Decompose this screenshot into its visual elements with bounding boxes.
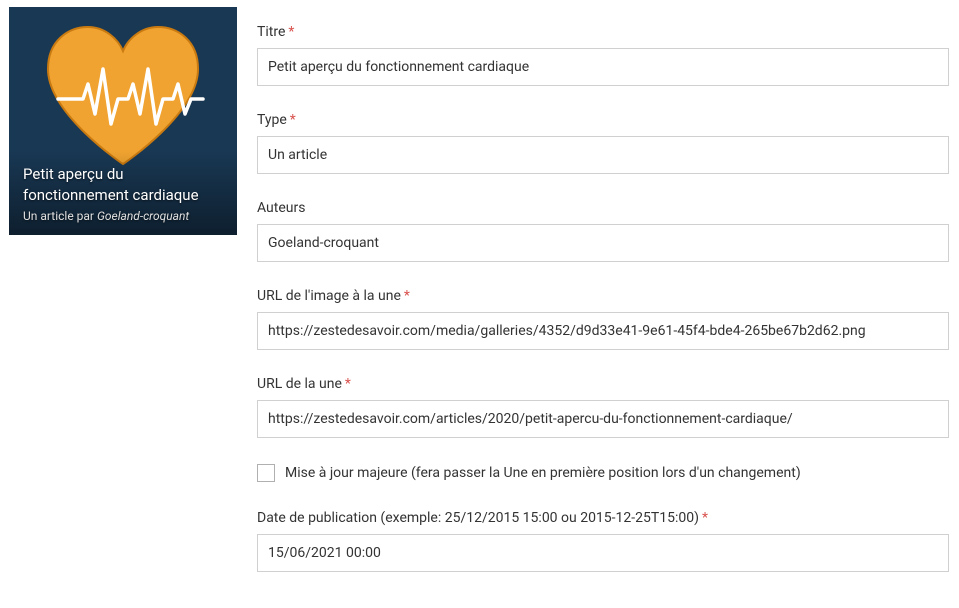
required-marker: * <box>290 112 296 128</box>
card-subtitle-author: Goeland-croquant <box>97 209 189 223</box>
label-auteurs: Auteurs <box>257 200 949 216</box>
field-url: URL de la une* <box>257 376 949 454</box>
label-titre-text: Titre <box>257 24 285 40</box>
required-marker: * <box>404 288 410 304</box>
required-marker: * <box>702 510 708 526</box>
label-titre: Titre* <box>257 24 949 40</box>
label-type-text: Type <box>257 112 287 128</box>
heart-ecg-icon <box>33 19 213 169</box>
field-image-url: URL de l'image à la une* <box>257 288 949 366</box>
required-marker: * <box>288 24 294 40</box>
label-image-url-text: URL de l'image à la une <box>257 288 401 304</box>
label-url-text: URL de la une <box>257 376 342 392</box>
label-major-update: Mise à jour majeure (fera passer la Une … <box>285 465 801 481</box>
card-overlay: Petit aperçu du fonctionnement cardiaque… <box>9 150 237 235</box>
label-url: URL de la une* <box>257 376 949 392</box>
content-card: Petit aperçu du fonctionnement cardiaque… <box>9 7 237 235</box>
input-type[interactable] <box>257 136 949 174</box>
card-title: Petit aperçu du fonctionnement cardiaque <box>23 164 223 206</box>
label-pubdate: Date de publication (exemple: 25/12/2015… <box>257 510 949 526</box>
field-pubdate: Date de publication (exemple: 25/12/2015… <box>257 510 949 588</box>
card-subtitle: Un article par Goeland-croquant <box>23 209 223 223</box>
input-auteurs[interactable] <box>257 224 949 262</box>
label-image-url: URL de l'image à la une* <box>257 288 949 304</box>
field-titre: Titre* <box>257 24 949 102</box>
input-titre[interactable] <box>257 48 949 86</box>
edit-form: Titre* Type* Auteurs URL de l'image à la… <box>237 0 959 608</box>
field-type: Type* <box>257 112 949 190</box>
field-major-update: Mise à jour majeure (fera passer la Une … <box>257 464 949 482</box>
label-pubdate-text: Date de publication (exemple: 25/12/2015… <box>257 510 699 526</box>
input-image-url[interactable] <box>257 312 949 350</box>
field-auteurs: Auteurs <box>257 200 949 278</box>
card-subtitle-prefix: Un article par <box>23 209 97 223</box>
label-type: Type* <box>257 112 949 128</box>
checkbox-major-update[interactable] <box>257 464 275 482</box>
label-auteurs-text: Auteurs <box>257 200 305 216</box>
input-url[interactable] <box>257 400 949 438</box>
input-pubdate[interactable] <box>257 534 949 572</box>
required-marker: * <box>345 376 351 392</box>
